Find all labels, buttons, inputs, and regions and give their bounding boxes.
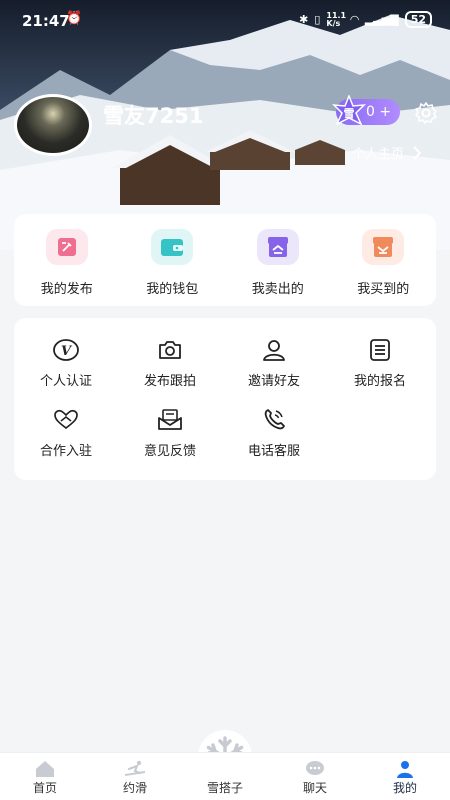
verification-button[interactable]: V 个人认证 xyxy=(14,336,118,389)
verification-label: 个人认证 xyxy=(39,374,92,389)
my-wallet-button[interactable]: 我的钱包 xyxy=(120,214,226,306)
partnership-button[interactable]: 合作入驻 xyxy=(14,406,118,459)
battery-indicator: 52 xyxy=(404,11,432,28)
gear-icon[interactable] xyxy=(414,101,438,125)
edit-icon xyxy=(45,229,88,265)
bought-icon xyxy=(362,229,405,265)
tab-home[interactable]: 首页 xyxy=(0,753,90,800)
list-icon xyxy=(364,336,396,364)
publish-shoot-label: 发布跟拍 xyxy=(143,374,196,389)
network-speed: 11.1 K/s xyxy=(326,10,347,28)
services-card: V 个人认证 发布跟拍 邀请好友 我的报名 合作入驻 意见反馈 电话客服 xyxy=(14,318,436,480)
tab-snow-buddy[interactable]: 雪搭子 xyxy=(180,753,270,800)
my-wallet-label: 我的钱包 xyxy=(146,282,199,297)
my-registration-label: 我的报名 xyxy=(353,374,406,389)
my-sold-label: 我卖出的 xyxy=(251,282,304,297)
status-icons: ✱ ▯ 11.1 K/s ◠ ▂▃▅▇ 52 xyxy=(299,11,432,28)
signal-icon: ▂▃▅▇ xyxy=(364,13,399,26)
chat-icon xyxy=(304,759,326,779)
status-time: 21:47 xyxy=(22,12,70,30)
bluetooth-icon: ✱ xyxy=(299,13,309,26)
phone-support-button[interactable]: 电话客服 xyxy=(222,406,326,459)
user-icon xyxy=(258,336,290,364)
tab-chat[interactable]: 聊天 xyxy=(270,753,360,800)
wifi-icon: ◠ xyxy=(350,13,359,26)
feedback-button[interactable]: 意见反馈 xyxy=(118,406,222,459)
profile-header: 21:47 ⏰ ✱ ▯ 11.1 K/s ◠ ▂▃▅▇ 52 雪友7251 雪 … xyxy=(0,0,450,250)
vip-badge[interactable]: 雪 0 + xyxy=(332,95,400,126)
sold-icon xyxy=(256,229,299,265)
my-posts-button[interactable]: 我的发布 xyxy=(14,214,120,306)
tab-mine-label: 我的 xyxy=(392,781,417,795)
svg-text:雪: 雪 xyxy=(344,107,355,120)
bottom-tab-bar: 首页 约滑 雪搭子 聊天 我的 xyxy=(0,752,450,800)
camera-icon xyxy=(154,336,186,364)
avatar[interactable] xyxy=(14,94,92,156)
tab-chat-label: 聊天 xyxy=(302,781,327,795)
tab-mine[interactable]: 我的 xyxy=(360,753,450,800)
invite-friends-label: 邀请好友 xyxy=(247,374,300,389)
vip-count: 0 + xyxy=(366,104,392,120)
ski-icon xyxy=(123,759,147,779)
verify-icon: V xyxy=(50,336,82,364)
tab-snow-buddy-label: 雪搭子 xyxy=(206,781,243,795)
profile-link-label: 个人主页 xyxy=(352,147,405,162)
chevron-right-icon xyxy=(413,145,422,160)
person-icon xyxy=(395,759,415,779)
quick-actions-card: 我的发布 我的钱包 我卖出的 我买到的 xyxy=(14,214,436,306)
tab-ski-meetup[interactable]: 约滑 xyxy=(90,753,180,800)
vip-star-icon: 雪 xyxy=(332,95,366,126)
status-bar: 21:47 ⏰ ✱ ▯ 11.1 K/s ◠ ▂▃▅▇ 52 xyxy=(0,0,450,40)
handshake-icon xyxy=(50,406,82,434)
svg-text:V: V xyxy=(61,344,73,359)
tab-home-label: 首页 xyxy=(32,781,57,795)
my-registration-button[interactable]: 我的报名 xyxy=(328,336,432,389)
partnership-label: 合作入驻 xyxy=(39,444,92,459)
publish-shoot-button[interactable]: 发布跟拍 xyxy=(118,336,222,389)
my-posts-label: 我的发布 xyxy=(40,282,93,297)
home-icon xyxy=(34,759,56,779)
feedback-icon xyxy=(154,406,186,434)
phone-support-label: 电话客服 xyxy=(247,444,300,459)
user-nickname: 雪友7251 xyxy=(103,104,204,128)
my-bought-button[interactable]: 我买到的 xyxy=(331,214,437,306)
alarm-icon: ⏰ xyxy=(66,11,83,26)
profile-home-link[interactable]: 个人主页 xyxy=(352,143,422,162)
my-sold-button[interactable]: 我卖出的 xyxy=(225,214,331,306)
my-bought-label: 我买到的 xyxy=(357,282,410,297)
phone-icon xyxy=(258,406,290,434)
feedback-label: 意见反馈 xyxy=(143,444,196,459)
vibrate-icon: ▯ xyxy=(314,13,321,26)
invite-friends-button[interactable]: 邀请好友 xyxy=(222,336,326,389)
tab-ski-meetup-label: 约滑 xyxy=(122,781,147,795)
wallet-icon xyxy=(151,229,194,265)
